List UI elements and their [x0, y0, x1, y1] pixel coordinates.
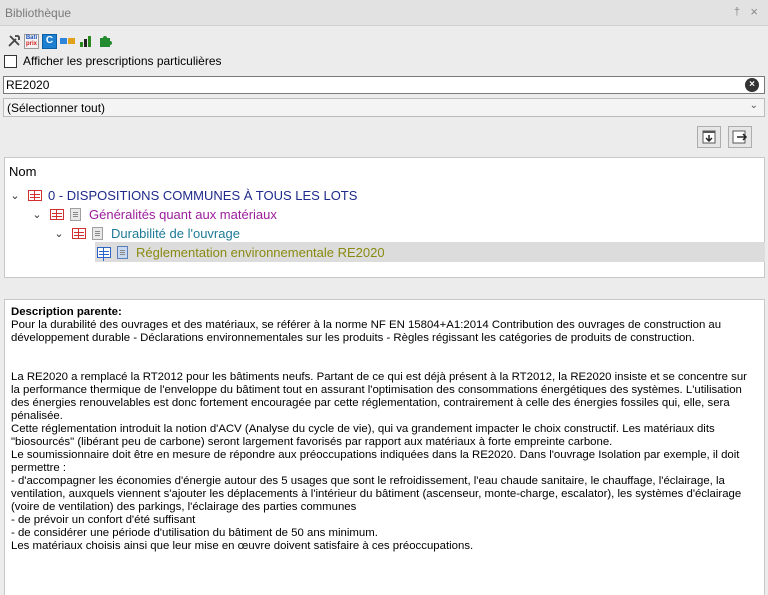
book-icon	[72, 227, 86, 239]
book-icon	[50, 208, 64, 220]
close-icon[interactable]: ×	[750, 4, 758, 19]
pin-icon[interactable]: †	[734, 6, 740, 18]
tree-column-header: Nom	[9, 164, 37, 179]
description-para-2: La RE2020 a remplacé la RT2012 pour les …	[11, 371, 747, 422]
description-title: Description parente:	[11, 306, 122, 318]
bati-prix-icon[interactable]: Bati prix	[24, 33, 39, 49]
puzzle-icon[interactable]	[97, 34, 112, 49]
panel-title: Bibliothèque	[5, 6, 72, 20]
tools-icon[interactable]	[6, 34, 21, 49]
chevron-down-icon[interactable]: ⌄	[53, 227, 65, 240]
flag-icon[interactable]	[60, 34, 76, 49]
library-tree: Nom ⌄ 0 - DISPOSITIONS COMMUNES À TOUS L…	[4, 157, 765, 278]
clear-search-icon[interactable]: ×	[745, 78, 759, 92]
description-panel: Description parente: Pour la durabilité …	[4, 299, 765, 595]
c-icon[interactable]: C	[42, 33, 57, 49]
document-icon	[92, 226, 103, 240]
export-icon	[702, 130, 716, 143]
search-box: ×	[3, 76, 765, 94]
description-para-4: Le soumissionnaire doit être en mesure d…	[11, 449, 740, 474]
chevron-down-icon[interactable]: ⌄	[31, 208, 43, 221]
description-para-1: Pour la durabilité des ouvrages et des m…	[11, 319, 722, 344]
description-para-6: - de prévoir un confort d'été suffisant	[11, 514, 196, 526]
description-para-5: - d'accompagner les économies d'énergie …	[11, 475, 742, 513]
chart-icon[interactable]	[79, 34, 94, 49]
tree-node-generalites[interactable]: ⌄ Généralités quant aux matériaux	[31, 205, 277, 223]
panel-title-bar: Bibliothèque † ×	[0, 0, 768, 26]
chevron-down-icon: ⌄	[749, 100, 758, 111]
tree-node-lots[interactable]: ⌄ 0 - DISPOSITIONS COMMUNES À TOUS LES L…	[9, 186, 357, 204]
toolbar: Bati prix C	[6, 32, 112, 50]
filter-select-value: (Sélectionner tout)	[7, 101, 106, 115]
tree-node-re2020[interactable]: Réglementation environnementale RE2020	[97, 243, 385, 261]
tree-node-label: Durabilité de l'ouvrage	[111, 225, 240, 241]
show-particular-option[interactable]: Afficher les prescriptions particulières	[4, 53, 222, 69]
tree-node-label: Réglementation environnementale RE2020	[136, 244, 385, 260]
tree-node-label: Généralités quant aux matériaux	[89, 206, 277, 222]
bati-prix-bottom: prix	[25, 41, 37, 47]
book-icon	[97, 246, 111, 258]
show-particular-label: Afficher les prescriptions particulières	[23, 54, 222, 68]
tree-node-durabilite[interactable]: ⌄ Durabilité de l'ouvrage	[53, 224, 240, 242]
import-button[interactable]	[728, 126, 752, 148]
chevron-down-icon[interactable]: ⌄	[9, 189, 21, 202]
document-icon	[70, 207, 81, 221]
description-para-3: Cette réglementation introduit la notion…	[11, 423, 715, 448]
export-button[interactable]	[697, 126, 721, 148]
search-input[interactable]	[6, 77, 726, 93]
description-para-7: - de considérer une période d'utilisatio…	[11, 527, 378, 539]
book-icon	[28, 189, 42, 201]
import-icon	[732, 130, 748, 143]
tree-node-label: 0 - DISPOSITIONS COMMUNES À TOUS LES LOT…	[48, 187, 358, 203]
description-para-8: Les matériaux choisis ainsi que leur mis…	[11, 540, 474, 552]
filter-select[interactable]: (Sélectionner tout) ⌄	[3, 98, 765, 117]
show-particular-checkbox[interactable]	[4, 54, 17, 68]
document-icon	[117, 245, 128, 259]
